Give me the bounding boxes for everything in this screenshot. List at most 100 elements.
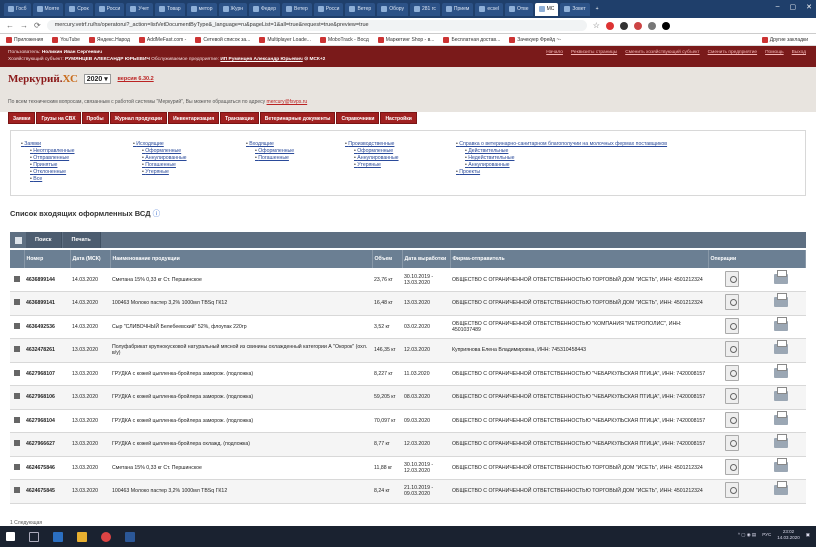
- nav-link[interactable]: Аннулированные: [133, 155, 186, 162]
- top-link[interactable]: Начало: [546, 49, 563, 56]
- row-checkbox[interactable]: [14, 393, 20, 400]
- view-document-icon[interactable]: [725, 435, 740, 452]
- print-icon[interactable]: [774, 387, 789, 402]
- nav-link[interactable]: Аннулированные: [456, 162, 667, 169]
- browser-tab[interactable]: Мояте: [32, 2, 64, 16]
- menu-item[interactable]: Настройки: [380, 112, 417, 124]
- bookmark-item[interactable]: Сетевой список за...: [195, 36, 250, 43]
- browser-tab[interactable]: Учет: [126, 2, 154, 16]
- clock[interactable]: 23:02 14.03.2020: [777, 529, 800, 541]
- row-checkbox[interactable]: [14, 322, 20, 329]
- print-button[interactable]: Печать: [62, 232, 101, 248]
- extension-icon[interactable]: [633, 21, 642, 30]
- enterprise-name-link[interactable]: ИП Румянцев Александр Юрьевич: [220, 57, 302, 62]
- browser-tab[interactable]: Ветер: [282, 2, 312, 16]
- extension-icon[interactable]: [647, 21, 656, 30]
- browser-tab[interactable]: Росси: [313, 2, 344, 16]
- top-link[interactable]: Помощь: [765, 49, 784, 56]
- reload-icon[interactable]: ⟳: [34, 21, 41, 30]
- top-link[interactable]: Выход: [792, 49, 806, 56]
- view-document-icon[interactable]: [725, 411, 740, 428]
- browser-tab[interactable]: 281 гс: [409, 2, 440, 16]
- browser-tab[interactable]: Ветер: [345, 2, 376, 16]
- nav-link[interactable]: Оформленные: [246, 148, 294, 155]
- col-header-production-date[interactable]: Дата выработки: [402, 250, 451, 268]
- menu-item[interactable]: Инвентаризация: [168, 112, 220, 124]
- print-icon[interactable]: [774, 316, 789, 331]
- top-link[interactable]: Реквизиты страницы: [571, 49, 617, 56]
- print-icon[interactable]: [774, 269, 789, 284]
- version-link[interactable]: версия 6.30.2: [117, 76, 153, 82]
- info-icon[interactable]: ⓘ: [153, 209, 161, 218]
- view-document-icon[interactable]: [725, 317, 740, 334]
- nav-link[interactable]: Оформленные: [345, 148, 399, 155]
- row-checkbox[interactable]: [14, 416, 20, 423]
- row-checkbox[interactable]: [14, 346, 20, 353]
- top-link[interactable]: Сменить хозяйствующий субъект: [625, 49, 699, 56]
- doc-number[interactable]: 4632478261: [24, 338, 70, 363]
- url-input[interactable]: mercury.vetrf.ru/hs/operatorui?_action=l…: [46, 20, 587, 31]
- browser-tab[interactable]: Прием: [441, 2, 474, 16]
- nav-link[interactable]: Погашенные: [246, 155, 294, 162]
- browser-tab[interactable]: МС: [534, 2, 559, 16]
- col-header-product[interactable]: Наименование продукции: [110, 250, 373, 268]
- browser-tab[interactable]: Отве: [505, 2, 533, 16]
- view-document-icon[interactable]: [725, 388, 740, 405]
- bookmark-item[interactable]: YouTube: [52, 36, 80, 43]
- new-tab-icon[interactable]: +: [592, 3, 603, 16]
- menu-item[interactable]: Заявки: [8, 112, 36, 124]
- row-checkbox[interactable]: [14, 299, 20, 306]
- bookmark-item[interactable]: Бесплатная достав...: [443, 36, 500, 43]
- browser-tab[interactable]: Госб: [4, 2, 31, 16]
- print-icon[interactable]: [774, 481, 789, 496]
- browser-tab[interactable]: Срок: [65, 2, 93, 16]
- print-icon[interactable]: [774, 293, 789, 308]
- forward-icon[interactable]: →: [20, 21, 28, 30]
- notifications-icon[interactable]: ▣: [806, 532, 810, 538]
- doc-number[interactable]: 4627968104: [24, 409, 70, 433]
- extension-icon[interactable]: [605, 21, 614, 30]
- menu-item[interactable]: Пробы: [81, 112, 109, 124]
- menu-item[interactable]: Журнал продукции: [109, 112, 168, 124]
- bookmark-star-icon[interactable]: ☆: [593, 21, 600, 30]
- col-header-number[interactable]: Номер: [24, 250, 71, 268]
- select-all-checkbox[interactable]: [15, 236, 22, 244]
- view-document-icon[interactable]: [725, 458, 740, 475]
- menu-item[interactable]: Ветеринарные документы: [259, 112, 336, 124]
- view-document-icon[interactable]: [725, 270, 740, 287]
- print-icon[interactable]: [774, 434, 789, 449]
- search-button[interactable]: Поиск: [26, 232, 62, 248]
- back-icon[interactable]: ←: [6, 21, 14, 30]
- bookmark-item[interactable]: MoboTrack - Восд: [319, 36, 369, 43]
- top-link[interactable]: Сменить предприятие: [708, 49, 758, 56]
- bookmark-item[interactable]: Другие закладки: [761, 36, 808, 43]
- menu-item[interactable]: Справочники: [336, 112, 380, 124]
- browser-tab[interactable]: Росси: [94, 2, 125, 16]
- task-view-icon[interactable]: [29, 531, 39, 542]
- doc-number[interactable]: 4624675845: [24, 479, 70, 504]
- nav-link[interactable]: Все: [21, 176, 75, 183]
- folder-icon[interactable]: [77, 531, 87, 542]
- nav-link[interactable]: Недействительные: [456, 155, 667, 162]
- year-select[interactable]: 2020 ▾: [83, 74, 111, 85]
- start-icon[interactable]: [6, 532, 15, 541]
- nav-link[interactable]: Оформленные: [133, 148, 187, 155]
- nav-link[interactable]: Отклоненные: [21, 169, 75, 176]
- row-checkbox[interactable]: [14, 487, 20, 494]
- doc-number[interactable]: 4636899141: [24, 291, 70, 316]
- browser-tab[interactable]: Журн: [218, 2, 248, 16]
- nav-link[interactable]: Неотправленные: [21, 148, 74, 155]
- view-document-icon[interactable]: [725, 341, 740, 358]
- browser-tab[interactable]: Товар: [155, 2, 185, 16]
- links-column-title[interactable]: Справка о ветеринарно-санитарном благопо…: [456, 141, 667, 148]
- doc-number[interactable]: 4627968107: [24, 362, 70, 386]
- bookmark-item[interactable]: Маркетинг Shop - в...: [377, 36, 434, 43]
- word-icon[interactable]: [125, 531, 135, 542]
- profile-avatar[interactable]: [661, 21, 670, 30]
- browser-tab[interactable]: метор: [186, 2, 217, 16]
- bookmark-item[interactable]: Зачекуер Фрейд ~-: [509, 36, 561, 43]
- nav-link[interactable]: Отправленные: [21, 155, 75, 162]
- view-document-icon[interactable]: [725, 294, 740, 311]
- bookmark-item[interactable]: AddMeFast.com -: [138, 36, 186, 43]
- nav-link[interactable]: Погашенные: [133, 162, 187, 169]
